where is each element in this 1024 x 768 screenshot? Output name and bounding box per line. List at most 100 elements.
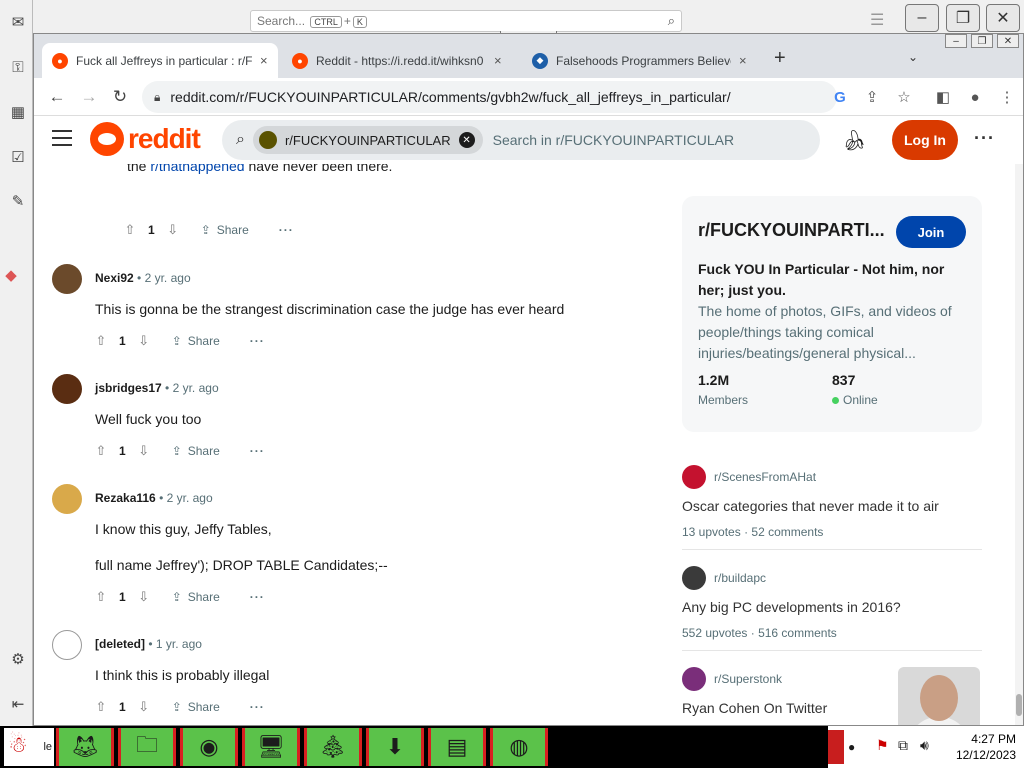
share-button[interactable]: ⇪ Share bbox=[172, 700, 220, 714]
related-sub-name[interactable]: r/buildapc bbox=[714, 571, 766, 585]
new-tab-button[interactable]: + bbox=[774, 47, 786, 70]
subreddit-name[interactable]: r/FUCKYOUINPARTI... bbox=[698, 220, 885, 241]
avatar[interactable] bbox=[52, 630, 82, 660]
tab-jeffreys[interactable]: ● Fuck all Jeffreys in particular : r/F … bbox=[42, 43, 278, 78]
tab-close-icon[interactable]: × bbox=[260, 53, 268, 68]
tab-close-icon[interactable]: × bbox=[739, 53, 747, 68]
inner-close-icon[interactable]: ✕ bbox=[997, 34, 1019, 48]
mail-icon[interactable]: ✉ bbox=[9, 13, 27, 31]
collapse-icon[interactable]: ⇤ bbox=[9, 695, 27, 713]
desktop-search-input[interactable]: Search... CTRL + K ⌕ bbox=[250, 10, 682, 32]
profile-icon[interactable]: ● bbox=[966, 88, 984, 106]
tab-search-icon[interactable]: ⌄ bbox=[908, 50, 918, 64]
comment-author[interactable]: Rezaka116 bbox=[95, 491, 156, 505]
tasks-icon[interactable]: ☑ bbox=[9, 148, 27, 166]
hamburger-menu-icon[interactable] bbox=[52, 130, 72, 148]
share-button[interactable]: ⇪ Share bbox=[172, 590, 220, 604]
download-task-icon[interactable]: ⬇ bbox=[366, 728, 424, 766]
comment-more-icon[interactable]: ··· bbox=[279, 223, 294, 237]
contacts-icon[interactable]: ⚿ bbox=[9, 58, 27, 76]
address-bar[interactable]: 🔒︎ reddit.com/r/FUCKYOUINPARTICULAR/comm… bbox=[142, 81, 837, 113]
firefox-task-icon[interactable]: 🦊︎ bbox=[56, 728, 114, 766]
related-title[interactable]: Oscar categories that never made it to a… bbox=[682, 498, 982, 514]
related-title[interactable]: Any big PC developments in 2016? bbox=[682, 599, 982, 615]
search-icon: ⌕ bbox=[236, 131, 245, 148]
clock[interactable]: 4:27 PM 12/12/2023 bbox=[956, 731, 1016, 763]
control-panel-task-icon[interactable]: ▤ bbox=[428, 728, 486, 766]
share-page-icon[interactable]: ⇪ bbox=[863, 88, 881, 106]
subreddit-search-chip[interactable]: r/FUCKYOUINPARTICULAR ✕ bbox=[252, 126, 483, 154]
tray-dot-icon[interactable]: ● bbox=[848, 740, 855, 754]
file-manager-task-icon[interactable]: 🗀 bbox=[118, 728, 176, 766]
tab-close-icon[interactable]: × bbox=[494, 53, 502, 68]
related-post[interactable]: r/Superstonk Ryan Cohen On Twitter twitt… bbox=[682, 667, 982, 725]
reload-icon[interactable]: ↻ bbox=[109, 86, 131, 108]
related-sub-name[interactable]: r/ScenesFromAHat bbox=[714, 470, 816, 484]
network-task-icon[interactable]: ◍ bbox=[490, 728, 548, 766]
comment-more-icon[interactable]: ··· bbox=[250, 700, 265, 714]
downvote-icon[interactable]: ⇩ bbox=[136, 443, 152, 459]
upvote-icon[interactable]: ⇧ bbox=[93, 699, 109, 715]
comment-author[interactable]: jsbridges17 bbox=[95, 381, 162, 395]
upvote-icon[interactable]: ⇧ bbox=[93, 333, 109, 349]
calendar-icon[interactable]: ▦ bbox=[9, 103, 27, 121]
side-panel-icon[interactable]: ◧ bbox=[934, 88, 952, 106]
avatar[interactable] bbox=[52, 374, 82, 404]
chat-icon[interactable]: ✎ bbox=[9, 192, 27, 210]
comment-more-icon[interactable]: ··· bbox=[250, 334, 265, 348]
browser-menu-icon[interactable]: ⋮ bbox=[998, 88, 1016, 106]
share-button[interactable]: ⇪ Share bbox=[172, 444, 220, 458]
online-label: Online bbox=[843, 393, 878, 407]
settings-icon[interactable]: ⚙ bbox=[9, 650, 27, 668]
minimize-button[interactable]: – bbox=[905, 4, 939, 32]
close-button[interactable]: ✕ bbox=[986, 4, 1020, 32]
xmas-tree-task-icon[interactable]: 🎄︎ bbox=[304, 728, 362, 766]
vertical-scrollbar[interactable] bbox=[1015, 164, 1023, 725]
reddit-logo[interactable]: reddit bbox=[90, 122, 201, 156]
downvote-icon[interactable]: ⇩ bbox=[136, 589, 152, 605]
google-icon[interactable]: G bbox=[831, 88, 849, 106]
avatar[interactable] bbox=[52, 264, 82, 294]
banana-icon[interactable]: 🍌︎ bbox=[842, 128, 867, 153]
related-post[interactable]: r/ScenesFromAHat Oscar categories that n… bbox=[682, 465, 982, 550]
tab-falsehoods[interactable]: ◆ Falsehoods Programmers Believe × bbox=[522, 43, 757, 78]
related-sub-name[interactable]: r/Superstonk bbox=[714, 672, 782, 686]
downvote-icon[interactable]: ⇩ bbox=[136, 333, 152, 349]
clear-chip-icon[interactable]: ✕ bbox=[458, 132, 475, 148]
login-button[interactable]: Log In bbox=[892, 120, 958, 160]
menu-icon[interactable]: ☰ bbox=[870, 10, 884, 30]
taskbar: ☃ le 🦊︎ 🗀 ◉ 🖥︎ 🎄︎ ⬇ ▤ ◍ ● ⚑ ⧉ 🔊︎ 4:27 PM… bbox=[0, 726, 1024, 768]
downvote-icon[interactable]: ⇩ bbox=[136, 699, 152, 715]
join-button[interactable]: Join bbox=[896, 216, 966, 248]
share-button[interactable]: ⇪ Share bbox=[201, 223, 249, 237]
start-button[interactable]: ☃ le bbox=[4, 728, 54, 766]
post-thumbnail[interactable]: twitter bbox=[898, 667, 980, 725]
reddit-search-input[interactable]: ⌕ r/FUCKYOUINPARTICULAR ✕ Search in r/FU… bbox=[222, 120, 820, 160]
comment-author[interactable]: Nexi92 bbox=[95, 271, 134, 285]
more-options-icon[interactable]: ··· bbox=[974, 128, 995, 149]
share-button[interactable]: ⇪ Share bbox=[172, 334, 220, 348]
scrollbar-thumb[interactable] bbox=[1016, 694, 1022, 716]
related-post[interactable]: r/buildapc Any big PC developments in 20… bbox=[682, 566, 982, 651]
related-stats: 552 upvotes · 516 comments bbox=[682, 626, 982, 640]
volume-icon[interactable]: 🔊︎ bbox=[920, 737, 929, 754]
downvote-icon[interactable]: ⇩ bbox=[165, 222, 181, 238]
bookmark-star-icon[interactable]: ☆ bbox=[895, 88, 913, 106]
comment-more-icon[interactable]: ··· bbox=[250, 444, 265, 458]
subreddit-link[interactable]: r/thathappened bbox=[150, 164, 244, 174]
upvote-icon[interactable]: ⇧ bbox=[93, 443, 109, 459]
comment-more-icon[interactable]: ··· bbox=[250, 590, 265, 604]
upvote-icon[interactable]: ⇧ bbox=[122, 222, 138, 238]
inner-restore-icon[interactable]: ❐ bbox=[971, 34, 993, 48]
tab-reddit-image[interactable]: ● Reddit - https://i.redd.it/wihksn0 × bbox=[282, 43, 512, 78]
back-icon[interactable]: ← bbox=[46, 86, 68, 108]
inner-minimize-icon[interactable]: – bbox=[945, 34, 967, 48]
chrome-task-icon[interactable]: ◉ bbox=[180, 728, 238, 766]
restore-button[interactable]: ❐ bbox=[946, 4, 980, 32]
system-monitor-task-icon[interactable]: 🖥︎ bbox=[242, 728, 300, 766]
avatar[interactable] bbox=[52, 484, 82, 514]
flag-icon[interactable]: ⚑ bbox=[876, 737, 889, 754]
upvote-icon[interactable]: ⇧ bbox=[93, 589, 109, 605]
forward-icon[interactable]: → bbox=[78, 86, 100, 108]
network-icon[interactable]: ⧉ bbox=[898, 737, 908, 754]
